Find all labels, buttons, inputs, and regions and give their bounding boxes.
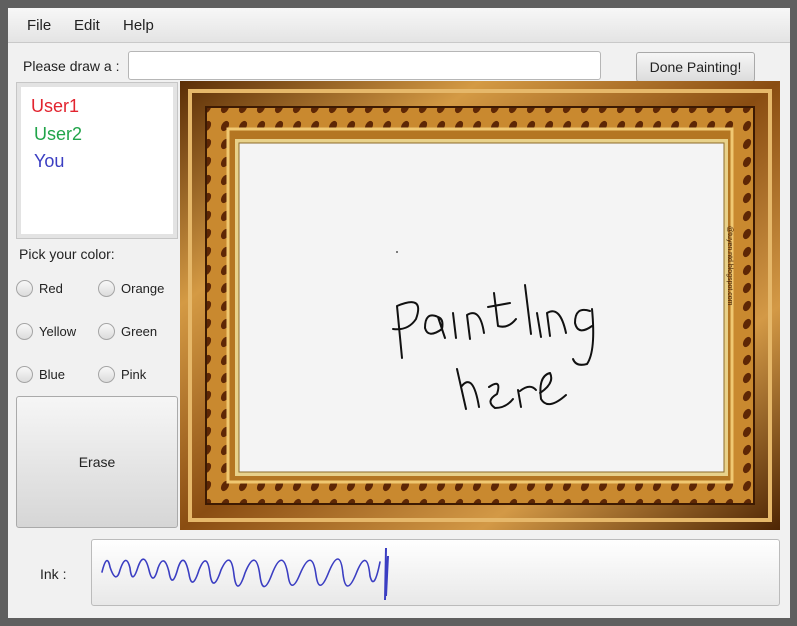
drawing-surface[interactable] [238, 142, 725, 473]
ink-meter [91, 539, 780, 606]
answer-input[interactable] [128, 51, 601, 80]
painting-canvas[interactable]: @tuyen.ntd.blogspot.com [180, 81, 780, 530]
radio-green-dot[interactable] [98, 323, 115, 340]
menu-edit[interactable]: Edit [74, 17, 100, 34]
radio-green[interactable]: Green [98, 323, 157, 340]
prompt-label: Please draw a : [23, 58, 120, 74]
radio-red-dot[interactable] [16, 280, 33, 297]
ink-scribble [101, 547, 389, 601]
user-item-you: You [34, 151, 65, 171]
pick-color-label: Pick your color: [19, 246, 115, 262]
radio-pink-dot[interactable] [98, 366, 115, 383]
radio-red[interactable]: Red [16, 280, 63, 297]
user-list: User1 User2 You [16, 82, 178, 239]
erase-button[interactable]: Erase [16, 396, 178, 528]
drawn-dot [396, 251, 398, 253]
radio-blue-dot[interactable] [16, 366, 33, 383]
radio-blue[interactable]: Blue [16, 366, 65, 383]
radio-orange-dot[interactable] [98, 280, 115, 297]
ink-label: Ink : [40, 566, 67, 582]
frame-watermark: @tuyen.ntd.blogspot.com [726, 226, 733, 306]
menu-file[interactable]: File [27, 17, 51, 34]
radio-pink[interactable]: Pink [98, 366, 146, 383]
radio-orange[interactable]: Orange [98, 280, 164, 297]
app-window: File Edit Help Please draw a : Done Pain… [8, 8, 790, 618]
radio-yellow-dot[interactable] [16, 323, 33, 340]
user-item-user2: User2 [34, 124, 83, 144]
menu-bar: File Edit Help [8, 8, 790, 43]
user-item-user1: User1 [31, 96, 80, 116]
ink-level-stroke [101, 558, 381, 588]
ink-cursor-mark [384, 547, 389, 601]
radio-yellow[interactable]: Yellow [16, 323, 76, 340]
menu-help[interactable]: Help [123, 17, 154, 34]
done-painting-button[interactable]: Done Painting! [636, 52, 755, 82]
